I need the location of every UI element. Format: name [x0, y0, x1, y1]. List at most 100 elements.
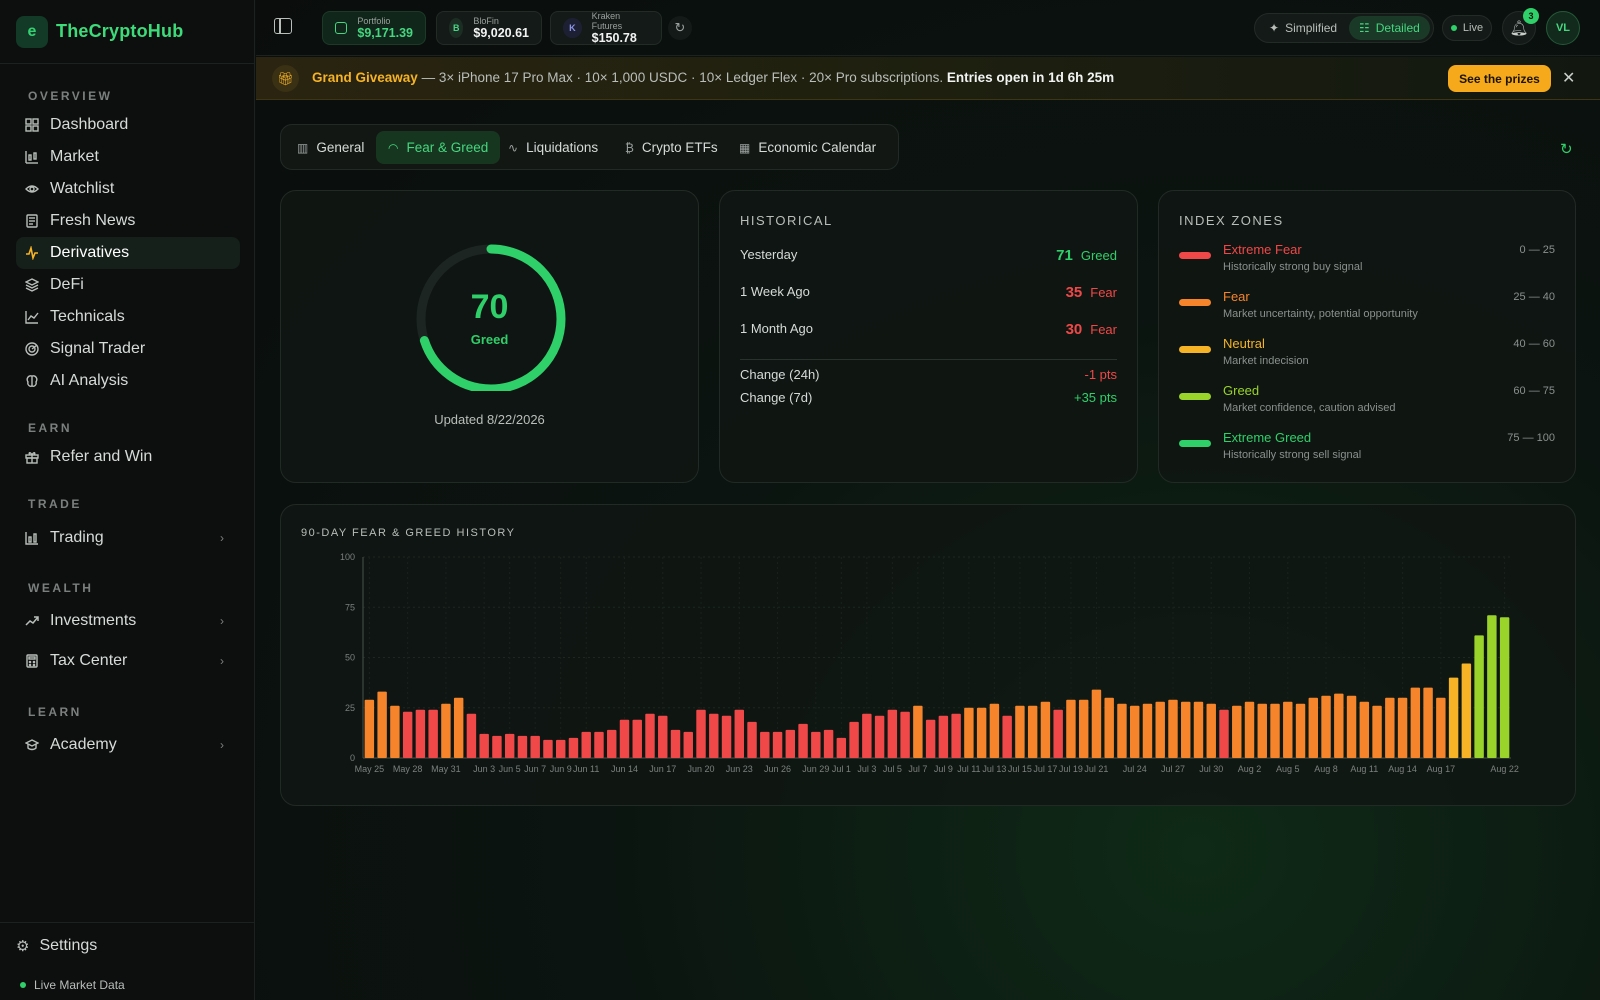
giveaway-countdown: Entries open in 1d 6h 25m — [946, 70, 1115, 85]
chart-bar — [785, 729, 796, 758]
chart-bar — [517, 735, 528, 758]
top-bar: Portfolio $9,171.39 B BloFin $9,020.61 K… — [256, 0, 1600, 56]
candles-icon — [24, 149, 40, 165]
chevron-right-icon: › — [220, 614, 224, 628]
x-tick-label: Jun 29 — [802, 764, 829, 774]
historical-label: 1 Month Ago — [740, 321, 813, 336]
refresh-balances-button[interactable]: ↻ — [668, 16, 692, 40]
sidebar-item-technicals[interactable]: Technicals — [16, 301, 240, 333]
mode-simplified-button[interactable]: ✦ Simplified — [1259, 16, 1347, 40]
tab-label: General — [316, 140, 365, 155]
sidebar-item-dashboard[interactable]: Dashboard — [16, 109, 240, 141]
mode-detailed-button[interactable]: ☷ Detailed — [1349, 16, 1430, 40]
historical-sentiment: Greed — [1080, 248, 1117, 263]
chart-bar — [1244, 701, 1255, 758]
chart-bar — [1346, 695, 1357, 758]
tab-economic-calendar[interactable]: ▦ Economic Calendar — [727, 131, 888, 164]
historical-row: 1 Week Ago 35 Fear — [740, 284, 1117, 304]
historical-number: 71 — [1056, 247, 1073, 264]
gift-icon — [24, 449, 40, 465]
tab-label: Liquidations — [526, 140, 599, 155]
reload-icon[interactable]: ↻ — [1560, 140, 1573, 158]
blofin-balance[interactable]: B BloFin $9,020.61 — [436, 11, 542, 45]
pulse-icon — [24, 245, 40, 261]
brand-name: TheCryptoHub — [56, 21, 184, 41]
tab-liquidations[interactable]: ∿ Liquidations — [496, 131, 610, 164]
sidebar-item-ai-analysis[interactable]: AI Analysis — [16, 365, 240, 397]
chart-bar — [721, 715, 732, 758]
x-tick-label: Aug 17 — [1427, 764, 1456, 774]
historical-label: Yesterday — [740, 247, 798, 262]
refresh-icon: ↻ — [674, 20, 686, 35]
main-content: Portfolio $9,171.39 B BloFin $9,020.61 K… — [256, 0, 1600, 1000]
mode-label: Simplified — [1285, 21, 1338, 35]
grid-icon — [24, 117, 40, 133]
zone-extreme-greed: Extreme Greed Historically strong sell s… — [1179, 430, 1555, 470]
sidebar-item-signal-trader[interactable]: Signal Trader — [16, 333, 240, 365]
x-tick-label: Jul 30 — [1199, 764, 1223, 774]
sidebar-item-watchlist[interactable]: Watchlist — [16, 173, 240, 205]
kraken-icon: K — [563, 18, 582, 38]
giveaway-title: Grand Giveaway — [312, 70, 418, 85]
zone-name: Neutral — [1223, 336, 1265, 351]
x-tick-label: Jun 17 — [649, 764, 676, 774]
eye-icon — [24, 181, 40, 197]
x-tick-label: Jun 9 — [550, 764, 572, 774]
sidebar-item-label: Technicals — [50, 308, 125, 325]
tab-fear-and-greed[interactable]: ◠ Fear & Greed — [376, 131, 501, 164]
chevron-right-icon: › — [220, 654, 224, 668]
account-value: $9,020.61 — [473, 26, 529, 40]
y-tick-label: 75 — [345, 602, 355, 612]
notifications-button[interactable]: 🔔︎ 3 — [1502, 8, 1539, 45]
zone-fear: Fear Market uncertainty, potential oppor… — [1179, 289, 1555, 329]
change-row: Change (7d) +35 pts — [740, 390, 1117, 410]
sidebar-toggle-icon[interactable] — [274, 18, 292, 34]
sidebar-item-refer-and-win[interactable]: Refer and Win — [16, 441, 240, 473]
kraken-futures-balance[interactable]: K Kraken Futures $150.78 — [550, 11, 662, 45]
history-chart-card: 90-DAY FEAR & GREED HISTORY 0 25 50 75 100 Ma… — [280, 504, 1576, 806]
chart-bar — [951, 713, 961, 758]
x-tick-label: Jul 21 — [1084, 764, 1108, 774]
chart-bar — [1448, 677, 1459, 758]
chart-bar — [862, 713, 872, 758]
brand[interactable]: e TheCryptoHub — [0, 0, 254, 64]
sidebar-item-investments[interactable]: Investments › — [16, 604, 240, 638]
sidebar-item-defi[interactable]: DeFi — [16, 269, 240, 301]
chart-bar — [594, 731, 604, 758]
gauge-card: 70 Greed Updated 8/22/2026 — [280, 190, 699, 483]
chart-bar — [887, 709, 898, 758]
sidebar-item-label: Academy — [50, 736, 117, 753]
chart-bar — [658, 715, 668, 758]
change-value: +35 pts — [1073, 390, 1117, 405]
section-trade: TRADE — [28, 497, 82, 511]
zone-description: Historically strong buy signal — [1223, 261, 1363, 273]
user-avatar[interactable]: VL — [1546, 11, 1580, 45]
x-tick-label: Jun 14 — [611, 764, 638, 774]
chart-bar — [581, 731, 591, 758]
x-tick-label: Jun 11 — [573, 764, 599, 774]
sidebar-item-tax-center[interactable]: Tax Center › — [16, 644, 240, 678]
newspaper-icon — [24, 213, 40, 229]
y-tick-label: 0 — [350, 753, 355, 763]
x-tick-label: Jul 1 — [832, 764, 851, 774]
layers-icon — [24, 277, 40, 293]
sidebar-item-trading[interactable]: Trading › — [16, 521, 240, 555]
x-tick-label: Aug 5 — [1276, 764, 1300, 774]
settings-button[interactable]: ⚙ Settings — [16, 937, 97, 955]
chart-bar — [938, 715, 949, 758]
tab-crypto-etfs[interactable]: ₿ Crypto ETFs — [613, 131, 730, 164]
portfolio-balance[interactable]: Portfolio $9,171.39 — [322, 11, 426, 45]
historical-value: 30 Fear — [1066, 321, 1117, 338]
tab-general[interactable]: ▥ General — [285, 131, 376, 164]
close-icon[interactable]: ✕ — [1562, 68, 1575, 88]
zone-description: Market indecision — [1223, 355, 1309, 367]
see-prizes-button[interactable]: See the prizes — [1448, 65, 1551, 92]
updated-timestamp: Updated 8/22/2026 — [434, 412, 545, 427]
gift-icon: 🎁︎ — [272, 65, 299, 92]
chart-bar — [402, 711, 413, 758]
x-tick-label: May 28 — [393, 764, 423, 774]
sidebar-item-academy[interactable]: Academy › — [16, 728, 240, 762]
sidebar-item-fresh-news[interactable]: Fresh News — [16, 205, 240, 237]
sidebar-item-derivatives[interactable]: Derivatives — [16, 237, 240, 269]
sidebar-item-market[interactable]: Market — [16, 141, 240, 173]
